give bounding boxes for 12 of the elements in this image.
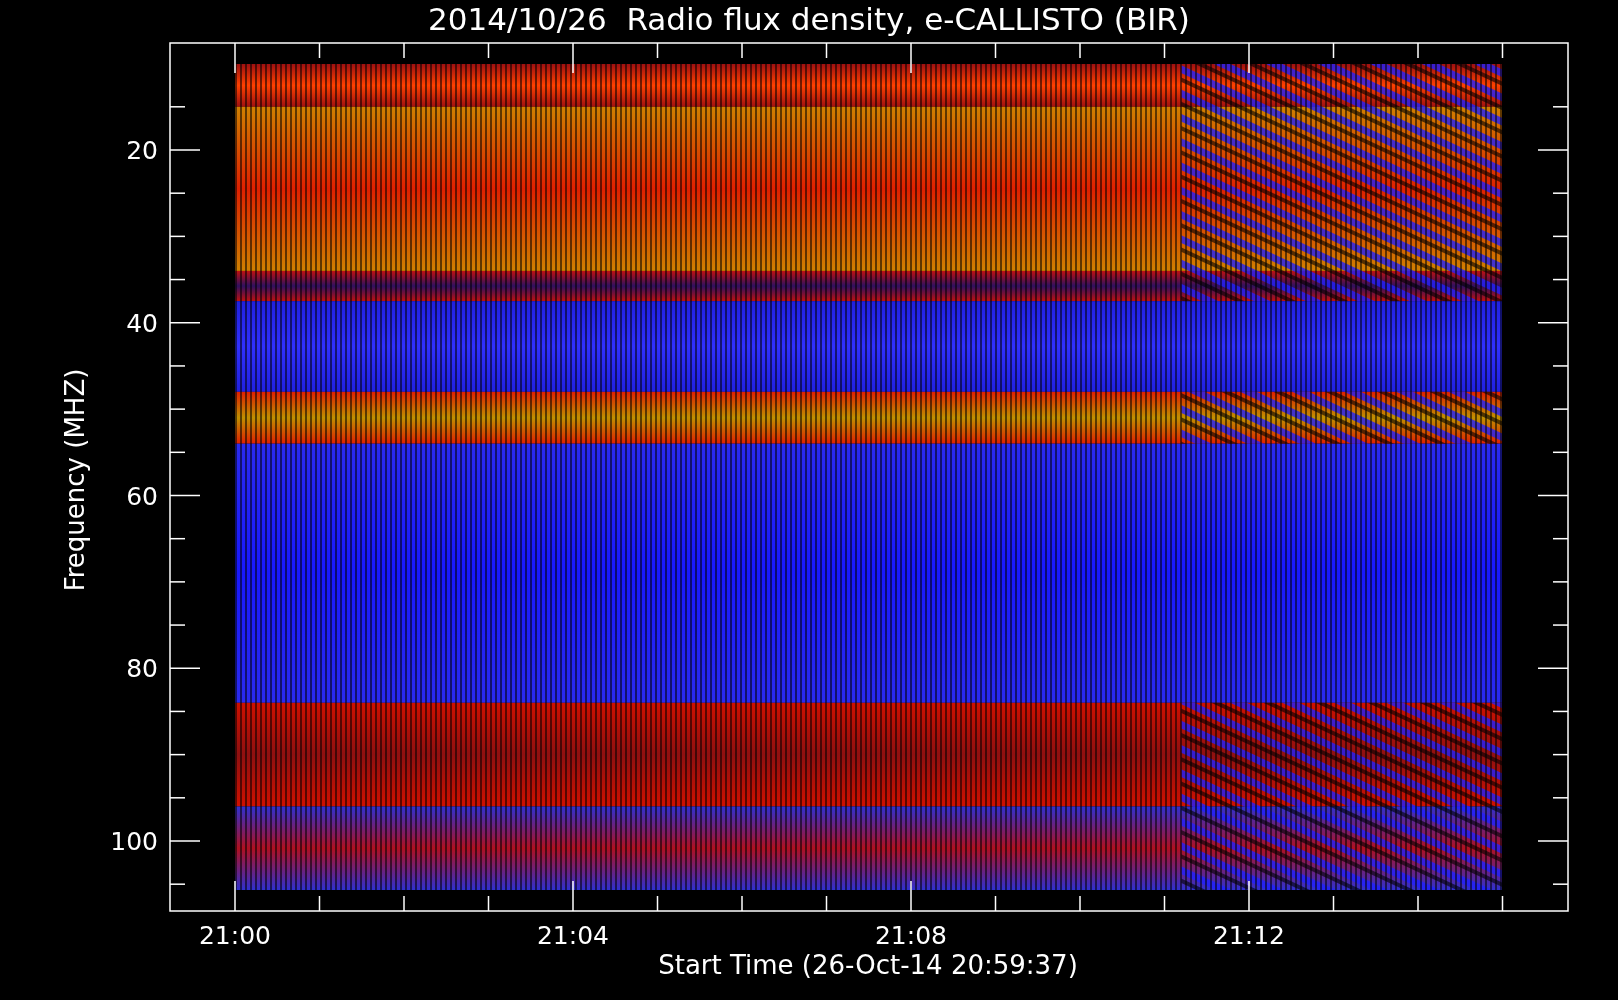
y-tick-label: 80 — [126, 654, 158, 684]
x-tick-label: 21:04 — [537, 921, 609, 950]
x-tick-label: 21:12 — [1213, 921, 1285, 950]
x-tick-label: 21:08 — [875, 921, 947, 950]
chart-title: 2014/10/26 Radio flux density, e-CALLISTO (BIR) — [428, 1, 1190, 37]
y-tick-label: 40 — [126, 308, 158, 338]
y-tick-label: 60 — [126, 481, 158, 511]
x-axis-title: Start Time (26-Oct-14 20:59:37) — [658, 950, 1078, 980]
y-tick-label: 20 — [126, 136, 158, 165]
y-axis-title: Frequency (MHZ) — [60, 368, 90, 592]
x-tick-label: 21:00 — [199, 921, 271, 950]
y-tick-label: 100 — [110, 827, 158, 856]
